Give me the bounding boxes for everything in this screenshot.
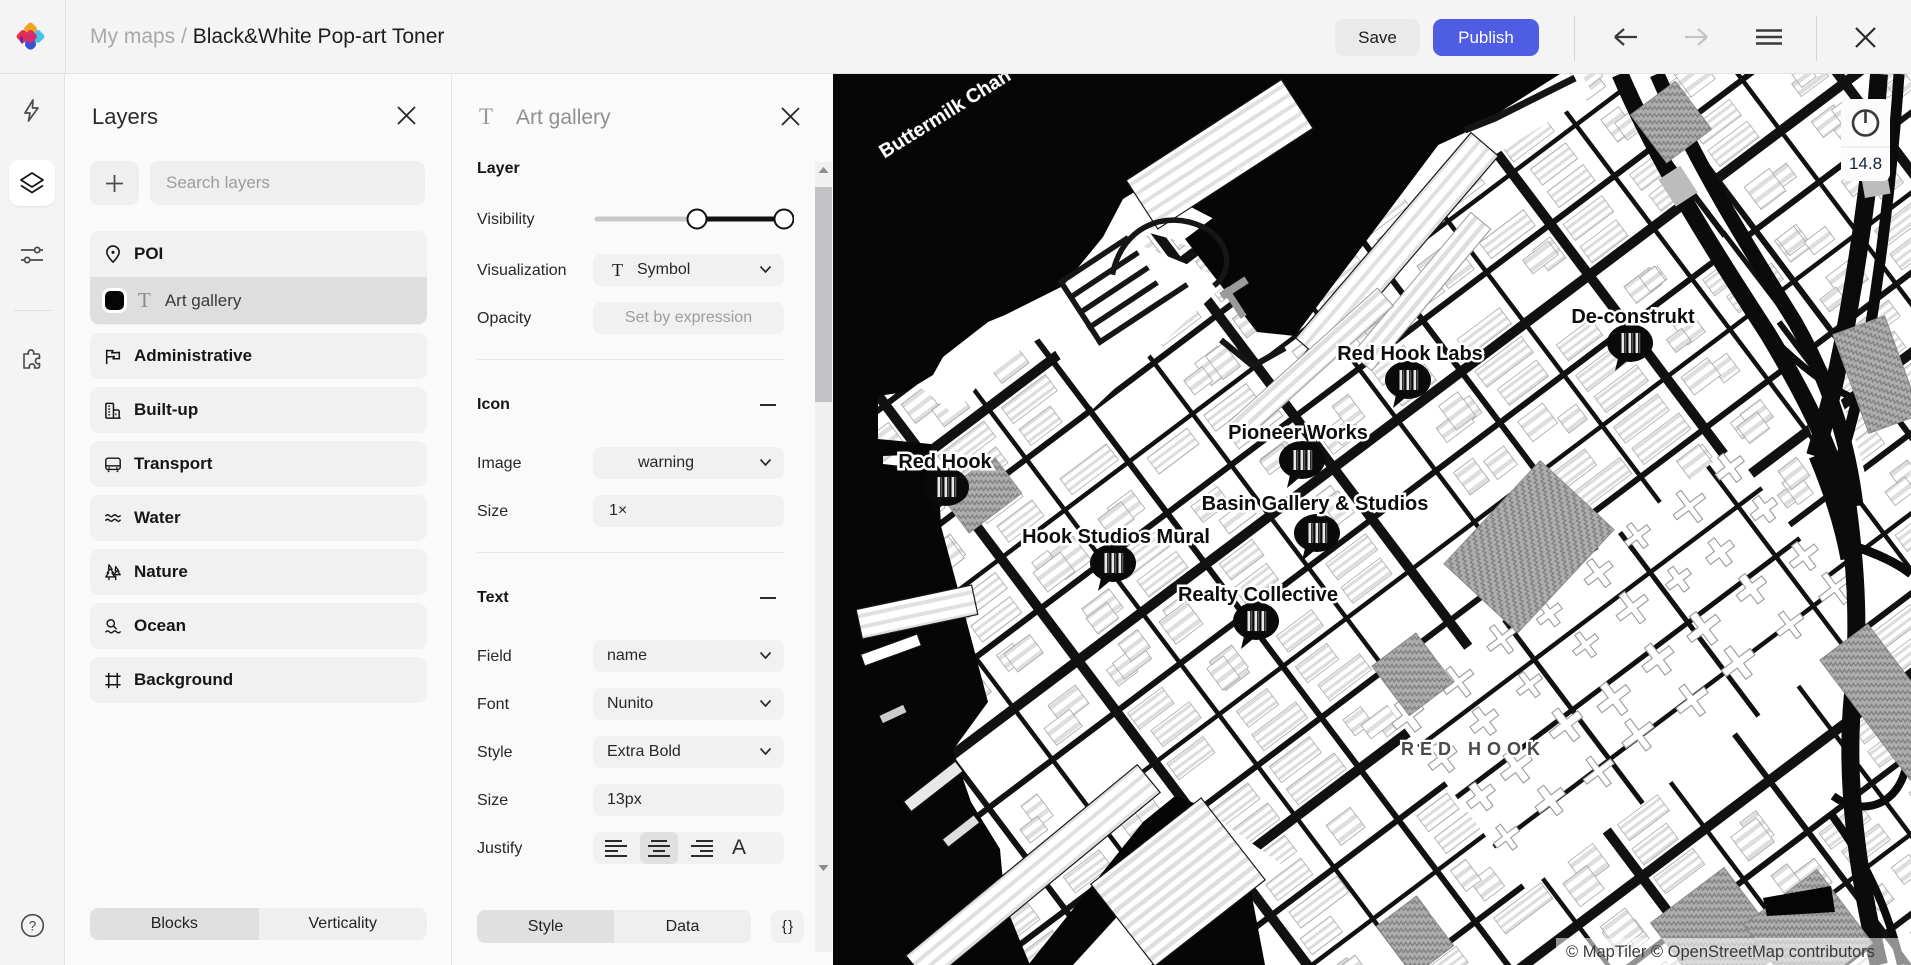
svg-text:Hook Studios Mural: Hook Studios Mural <box>1022 526 1210 548</box>
svg-text:De-construkt: De-construkt <box>1571 306 1695 328</box>
svg-text:Red Hook Labs: Red Hook Labs <box>1337 343 1483 365</box>
svg-text:Basin Gallery & Studios: Basin Gallery & Studios <box>1202 493 1429 515</box>
svg-text:?: ? <box>28 918 36 933</box>
svg-text:Realty Collective: Realty Collective <box>1178 584 1338 606</box>
svg-text:© MapTiler © OpenStreetMap con: © MapTiler © OpenStreetMap contributors <box>1566 943 1875 961</box>
svg-text:Red Hook: Red Hook <box>898 451 992 473</box>
svg-text:RED HOOK: RED HOOK <box>1401 739 1546 759</box>
svg-text:14.8: 14.8 <box>1849 154 1882 173</box>
svg-text:Pioneer Works: Pioneer Works <box>1228 422 1368 444</box>
